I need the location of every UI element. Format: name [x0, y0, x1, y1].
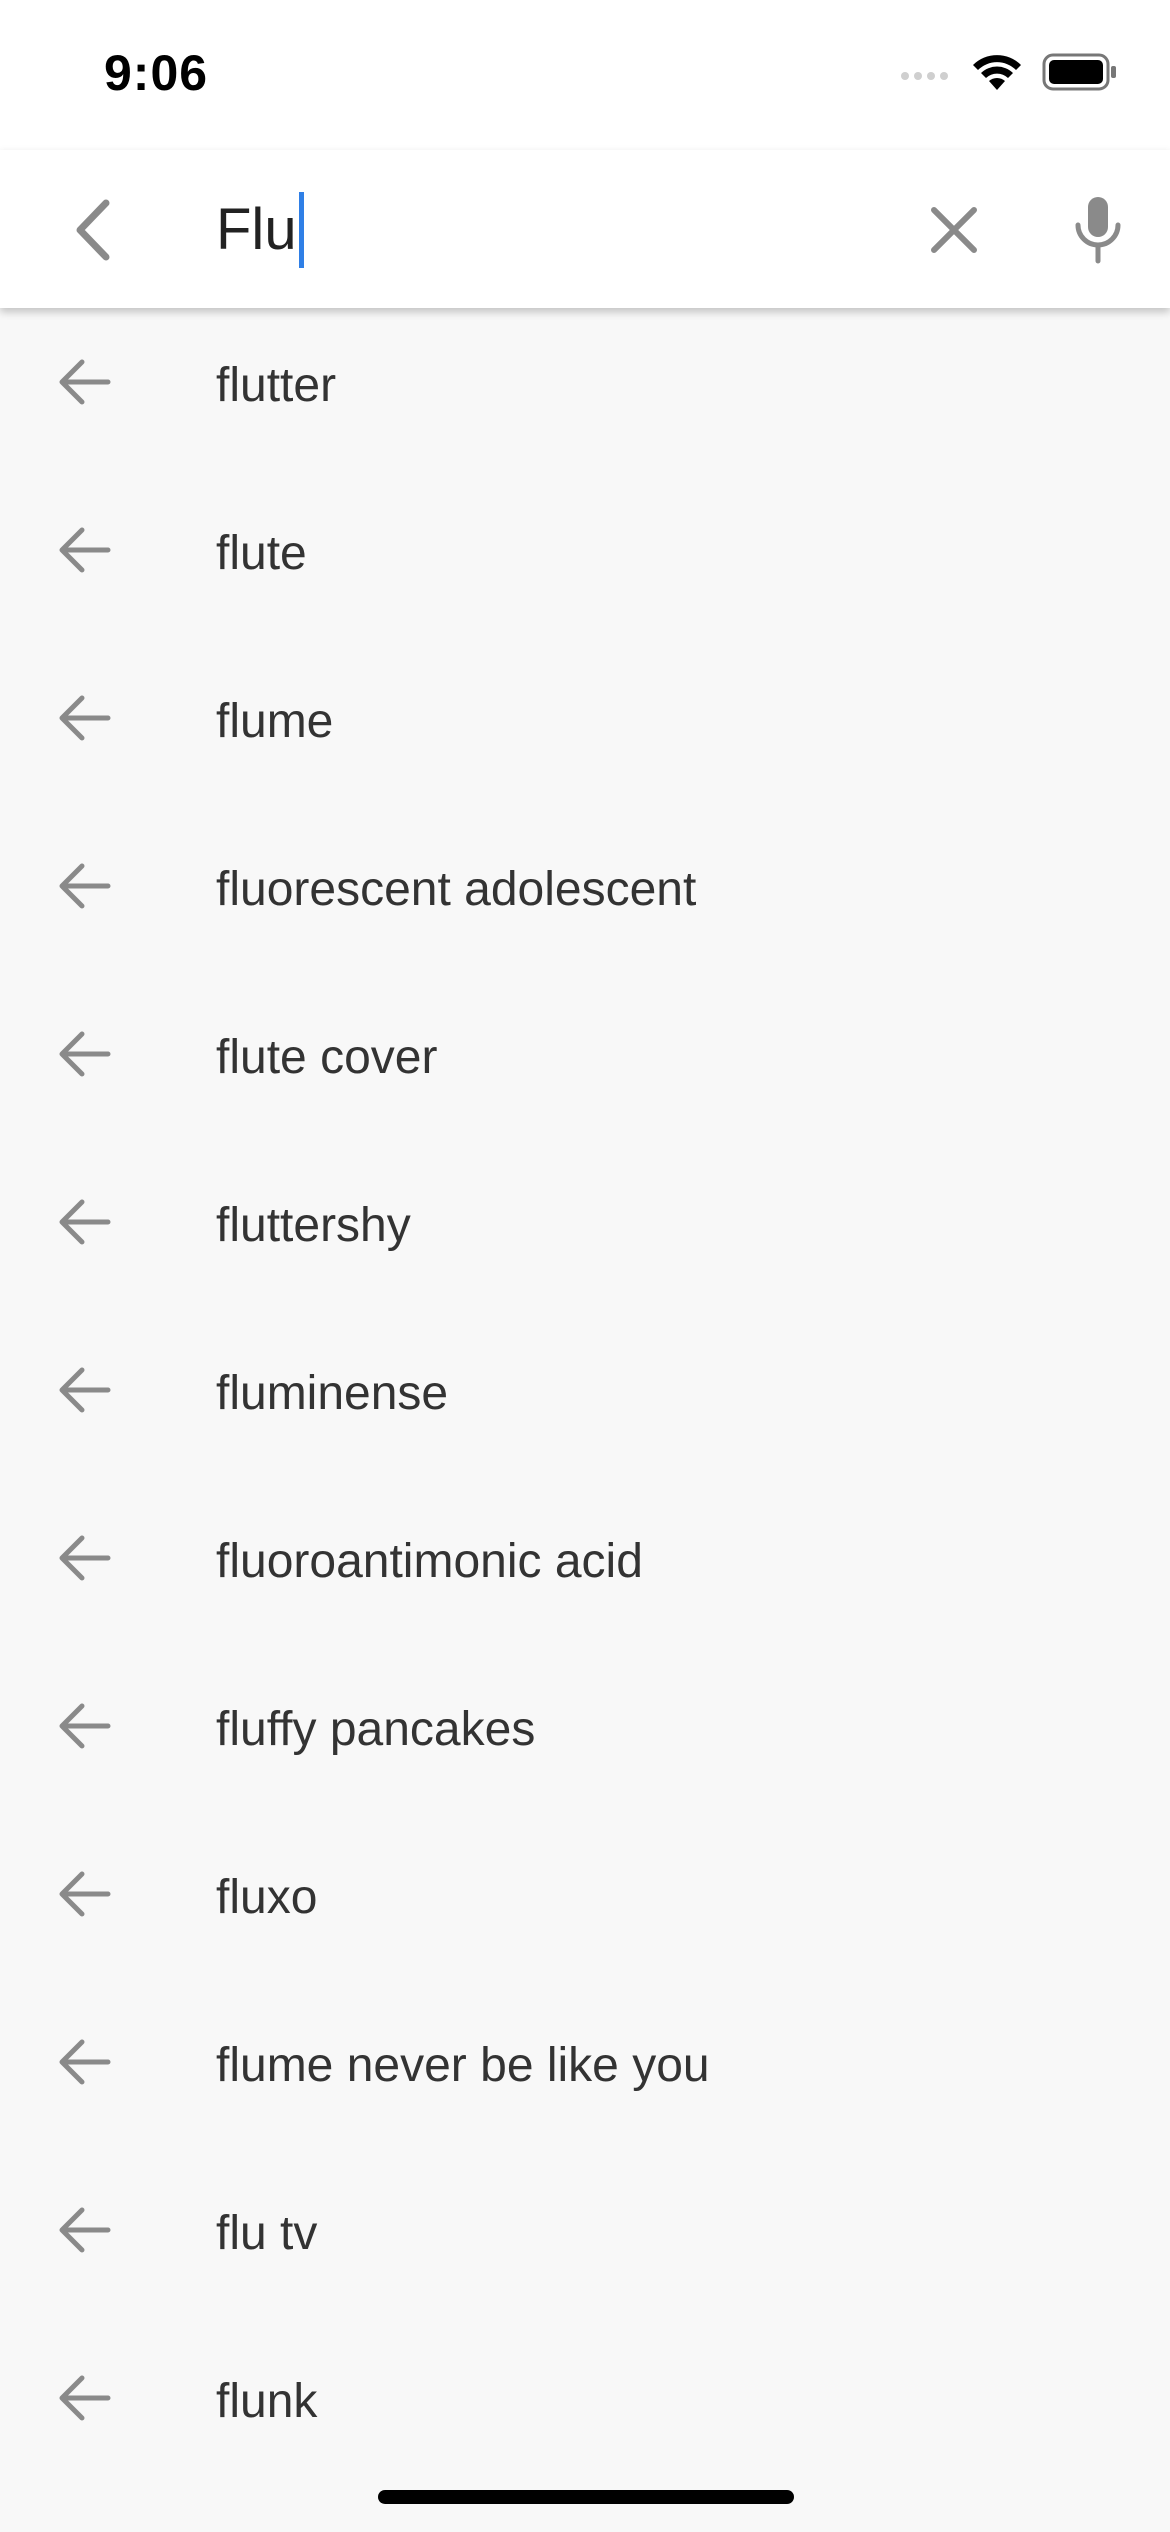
home-indicator[interactable]: [378, 2490, 794, 2504]
text-caret: [298, 192, 304, 268]
suggestion-item[interactable]: flunk: [0, 2324, 1170, 2492]
suggestion-label: fluffy pancakes: [216, 1703, 536, 1756]
search-screen: 9:06 Flu flutter flute flume fluorescent…: [0, 0, 1170, 2532]
suggestion-label: fluttershy: [216, 1199, 411, 1252]
arrow-left-icon[interactable]: [52, 1694, 116, 1758]
suggestion-label: flume never be like you: [216, 2039, 710, 2092]
microphone-icon: [1075, 197, 1121, 264]
suggestion-label: fluoroantimonic acid: [216, 1535, 643, 1588]
arrow-left-icon[interactable]: [52, 2198, 116, 2262]
suggestion-label: flunk: [216, 2375, 318, 2428]
arrow-left-icon[interactable]: [52, 2030, 116, 2094]
cellular-signal-icon: [901, 72, 948, 80]
back-button[interactable]: [44, 180, 144, 280]
suggestion-item[interactable]: fluoroantimonic acid: [0, 1484, 1170, 1652]
suggestion-item[interactable]: flutter: [0, 308, 1170, 476]
suggestion-item[interactable]: flume never be like you: [0, 1988, 1170, 2156]
suggestion-list: flutter flute flume fluorescent adolesce…: [0, 308, 1170, 2492]
status-bar: 9:06: [0, 0, 1170, 150]
voice-search-button[interactable]: [1048, 180, 1148, 280]
arrow-left-icon[interactable]: [52, 1526, 116, 1590]
arrow-left-icon[interactable]: [52, 1358, 116, 1422]
arrow-left-icon[interactable]: [52, 1190, 116, 1254]
clear-button[interactable]: [904, 180, 1004, 280]
search-input[interactable]: Flu: [216, 180, 304, 280]
suggestion-item[interactable]: fluminense: [0, 1316, 1170, 1484]
suggestion-item[interactable]: flu tv: [0, 2156, 1170, 2324]
status-icons: [900, 52, 1118, 92]
search-header: Flu: [0, 150, 1170, 308]
arrow-left-icon[interactable]: [52, 1862, 116, 1926]
suggestion-item[interactable]: fluffy pancakes: [0, 1652, 1170, 1820]
suggestion-label: fluxo: [216, 1871, 318, 1924]
suggestion-item[interactable]: fluxo: [0, 1820, 1170, 1988]
arrow-left-icon[interactable]: [52, 854, 116, 918]
suggestion-item[interactable]: fluorescent adolescent: [0, 812, 1170, 980]
close-icon: [931, 207, 977, 253]
suggestion-label: flute cover: [216, 1031, 438, 1084]
battery-icon: [1042, 53, 1116, 91]
suggestion-label: flute: [216, 527, 307, 580]
suggestion-item[interactable]: flute: [0, 476, 1170, 644]
suggestion-label: flu tv: [216, 2207, 318, 2260]
suggestion-label: flutter: [216, 359, 337, 412]
suggestion-item[interactable]: flute cover: [0, 980, 1170, 1148]
wifi-icon: [973, 55, 1021, 90]
arrow-left-icon[interactable]: [52, 1022, 116, 1086]
status-time: 9:06: [104, 45, 209, 101]
arrow-left-icon[interactable]: [52, 350, 116, 414]
suggestion-item[interactable]: fluttershy: [0, 1148, 1170, 1316]
arrow-left-icon[interactable]: [52, 2366, 116, 2430]
suggestion-label: fluorescent adolescent: [216, 863, 697, 916]
suggestion-label: fluminense: [216, 1367, 449, 1420]
chevron-left-icon: [76, 199, 110, 261]
suggestion-label: flume: [216, 695, 334, 748]
arrow-left-icon[interactable]: [52, 686, 116, 750]
suggestion-item[interactable]: flume: [0, 644, 1170, 812]
search-input-text[interactable]: Flu: [216, 201, 297, 259]
arrow-left-icon[interactable]: [52, 518, 116, 582]
